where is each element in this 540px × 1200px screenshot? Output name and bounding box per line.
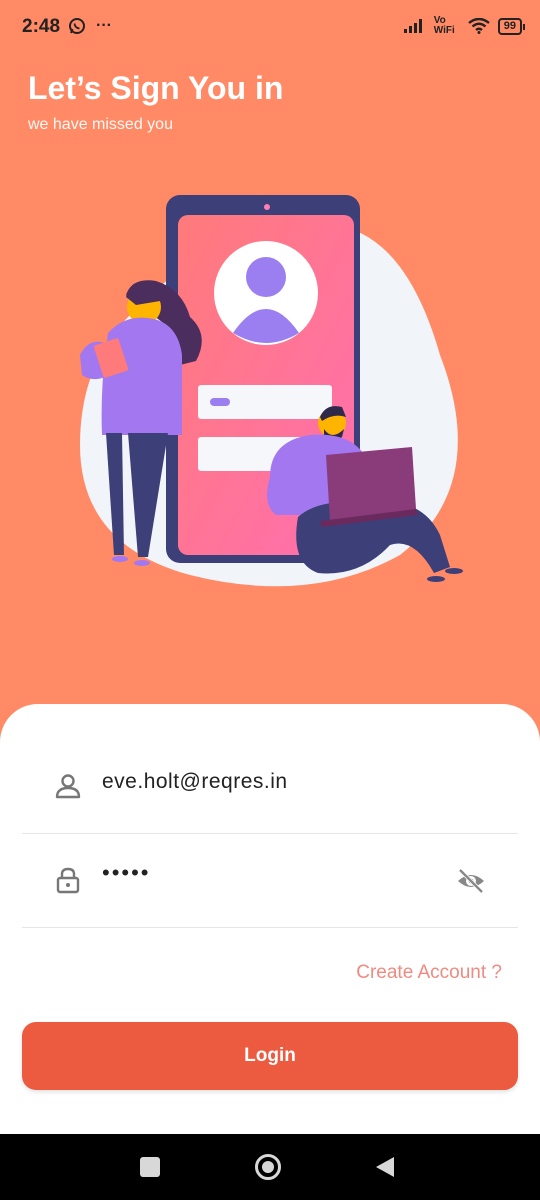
login-card: eve.holt@reqres.in ••••• Create Account … — [0, 704, 540, 1134]
page-title: Let’s Sign You in — [28, 70, 284, 106]
lock-icon — [56, 867, 80, 894]
status-right: Vo WiFi 99 — [403, 15, 526, 36]
status-bar: 2:48 ··· Vo WiFi 99 — [0, 0, 540, 56]
back-button[interactable] — [376, 1157, 394, 1177]
create-account-link[interactable]: Create Account ? — [356, 962, 502, 984]
navigation-bar — [0, 1134, 540, 1200]
whatsapp-icon — [69, 18, 85, 34]
eye-off-icon[interactable] — [456, 866, 486, 896]
battery-indicator: 99 — [497, 17, 526, 35]
email-field[interactable]: eve.holt@reqres.in — [22, 734, 518, 834]
person-icon — [55, 774, 81, 799]
more-notifications-icon: ··· — [96, 17, 112, 34]
wifi-icon — [468, 18, 490, 34]
signal-icon — [403, 19, 422, 33]
status-notifications: ··· — [68, 17, 112, 35]
login-button[interactable]: Login — [22, 1022, 518, 1090]
network-label: Vo WiFi — [433, 15, 455, 36]
password-field[interactable]: ••••• — [22, 828, 518, 928]
login-illustration — [80, 195, 463, 587]
email-value: eve.holt@reqres.in — [102, 770, 288, 793]
status-time: 2:48 — [22, 16, 61, 37]
password-value: ••••• — [102, 860, 151, 885]
page-subtitle: we have missed you — [28, 116, 173, 133]
home-button[interactable] — [255, 1154, 281, 1180]
recent-apps-button[interactable] — [140, 1157, 160, 1177]
